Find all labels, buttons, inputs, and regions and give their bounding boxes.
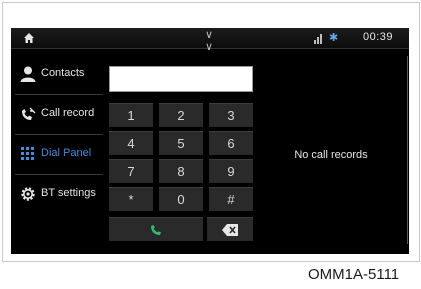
keypad-key-hash[interactable]: #: [209, 187, 253, 211]
menu-item-contacts[interactable]: Contacts: [11, 56, 105, 94]
status-bar: ∨ ∨ ✱ 00:39: [11, 28, 409, 53]
menu-item-label: Call record: [41, 107, 95, 119]
menu-item-call-record[interactable]: Call record: [11, 96, 105, 134]
keypad-key-star[interactable]: *: [109, 187, 153, 211]
signal-icon: [314, 34, 322, 44]
menu-divider: [15, 174, 103, 175]
backspace-icon: [222, 224, 238, 236]
infotainment-screen: ∨ ∨ ✱ 00:39 Contacts Call record Dial Pan: [11, 28, 409, 254]
menu-divider: [15, 94, 103, 95]
gear-icon: [21, 187, 35, 201]
keypad-key-5[interactable]: 5: [159, 131, 203, 155]
menu-item-label: Dial Panel: [41, 147, 92, 159]
keypad-key-0[interactable]: 0: [159, 187, 203, 211]
backspace-button[interactable]: [207, 217, 253, 241]
call-button[interactable]: [109, 217, 203, 241]
bluetooth-icon: ✱: [329, 32, 339, 44]
contact-icon: [20, 66, 36, 82]
keypad-key-2[interactable]: 2: [159, 103, 203, 127]
figure-code-label: OMM1A-5111: [308, 266, 400, 283]
menu-item-bt-settings[interactable]: BT settings: [11, 176, 105, 214]
dial-pad-icon: [21, 147, 34, 160]
keypad-key-9[interactable]: 9: [209, 159, 253, 183]
chevron-down-icon[interactable]: ∨ ∨: [205, 29, 213, 53]
phone-icon: [151, 225, 161, 235]
menu-item-label: Contacts: [41, 67, 85, 79]
empty-call-records-message: No call records: [294, 149, 368, 161]
keypad-key-7[interactable]: 7: [109, 159, 153, 183]
menu-divider: [15, 134, 103, 135]
keypad-key-3[interactable]: 3: [209, 103, 253, 127]
keypad-key-8[interactable]: 8: [159, 159, 203, 183]
keypad-key-1[interactable]: 1: [109, 103, 153, 127]
scrollbar[interactable]: [407, 56, 408, 244]
clock: 00:39: [363, 31, 394, 43]
dial-number-field[interactable]: [109, 66, 253, 92]
menu-item-label: BT settings: [41, 187, 96, 199]
call-record-icon: [22, 107, 36, 120]
keypad-key-6[interactable]: 6: [209, 131, 253, 155]
home-icon[interactable]: [23, 32, 35, 44]
keypad-key-4[interactable]: 4: [109, 131, 153, 155]
menu-item-dial-panel[interactable]: Dial Panel: [11, 136, 105, 174]
